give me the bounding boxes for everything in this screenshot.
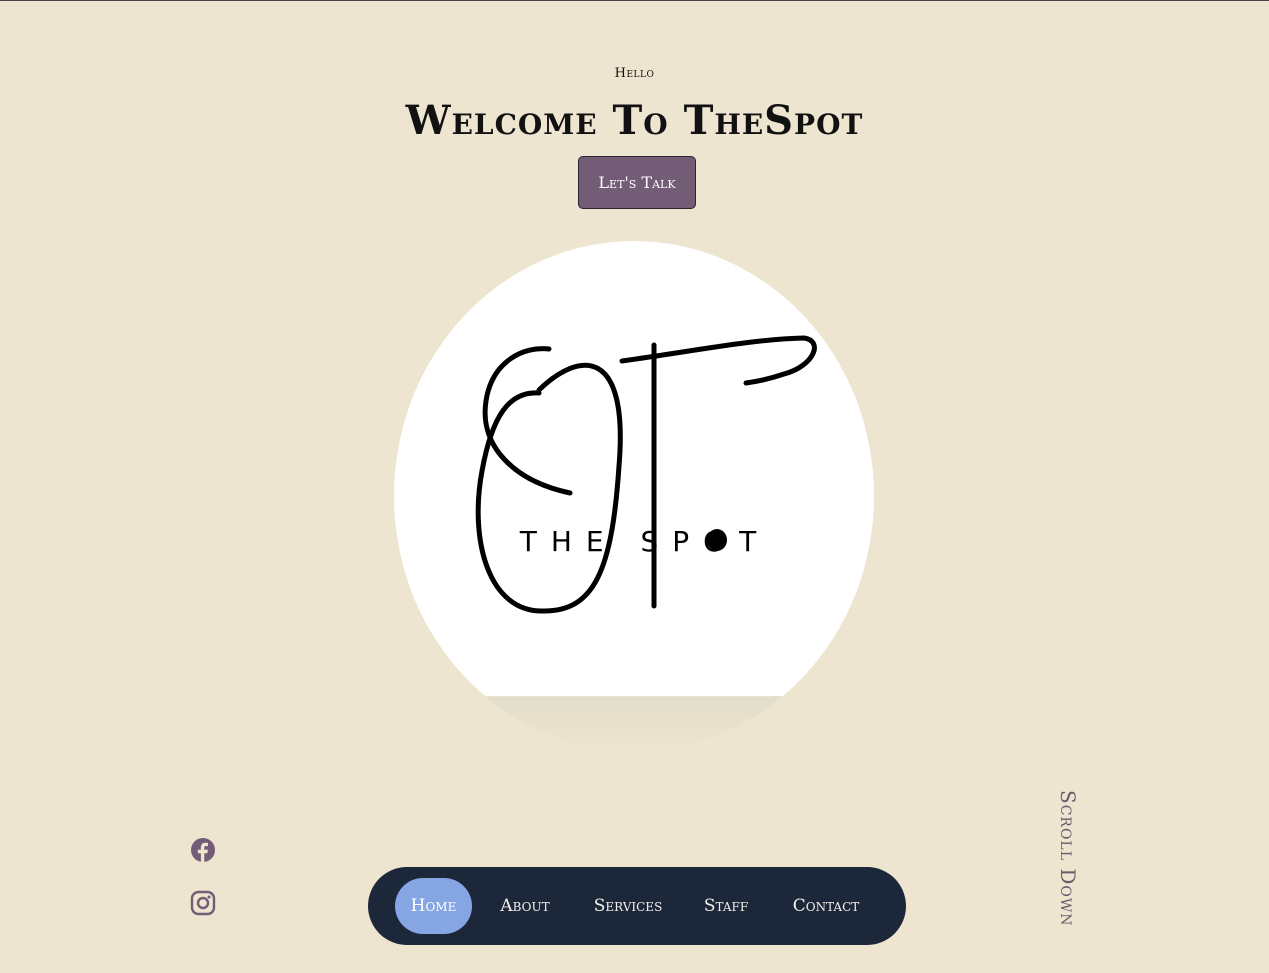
- instagram-link[interactable]: [190, 890, 216, 916]
- logo-text: THE SPOT: [519, 525, 771, 558]
- hero-greeting: Hello: [614, 66, 655, 81]
- facebook-icon: [191, 838, 215, 863]
- logo-frame: THE SPOT: [394, 241, 874, 751]
- page-title: Welcome To TheSpot: [405, 97, 864, 144]
- scroll-down-link[interactable]: Scroll Down: [1048, 790, 1088, 965]
- facebook-link[interactable]: [190, 837, 216, 863]
- logo-dot: [707, 529, 727, 551]
- thespot-monogram-logo: THE SPOT: [475, 335, 817, 614]
- bottom-nav: Home About Services Staff Contact: [368, 867, 906, 945]
- nav-services[interactable]: Services: [586, 878, 670, 934]
- lets-talk-button[interactable]: Let's Talk: [578, 156, 696, 209]
- nav-about[interactable]: About: [490, 878, 560, 934]
- instagram-icon: [190, 890, 216, 916]
- top-border: [0, 0, 1269, 1]
- nav-home[interactable]: Home: [395, 878, 472, 934]
- nav-staff[interactable]: Staff: [696, 878, 756, 934]
- nav-contact[interactable]: Contact: [780, 878, 872, 934]
